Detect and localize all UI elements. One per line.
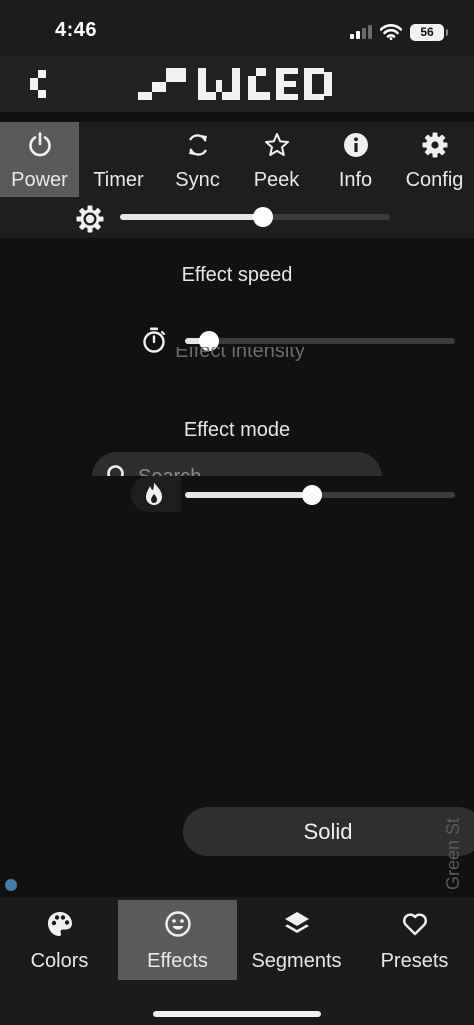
home-indicator bbox=[153, 1011, 321, 1017]
tab-timer[interactable]: Timer bbox=[79, 122, 158, 197]
tab-colors[interactable]: Colors bbox=[0, 900, 119, 980]
brightness-row bbox=[0, 197, 474, 238]
power-icon bbox=[28, 132, 51, 157]
status-icons: 56 bbox=[350, 22, 448, 42]
slider-fill bbox=[185, 492, 312, 498]
smiley-icon bbox=[164, 911, 191, 937]
tab-label: Presets bbox=[380, 950, 449, 972]
status-time: 4:46 bbox=[55, 19, 98, 41]
flame-icon bbox=[146, 482, 162, 505]
slider-track bbox=[185, 338, 455, 344]
signal-icon bbox=[350, 25, 372, 39]
slider-fill bbox=[120, 214, 264, 220]
wifi-icon bbox=[380, 24, 402, 40]
tab-label: Peek bbox=[253, 169, 300, 191]
side-label-text: Green St bbox=[443, 817, 463, 890]
tab-peek[interactable]: Peek bbox=[237, 122, 316, 197]
back-chevron-icon[interactable] bbox=[26, 64, 56, 104]
palette-icon bbox=[47, 912, 72, 936]
effect-mode-label: Effect mode bbox=[183, 419, 291, 441]
gear-icon bbox=[422, 132, 447, 158]
effect-speed-label: Effect speed bbox=[181, 264, 293, 286]
bottom-nav: Colors Effects Segments Presets bbox=[0, 897, 474, 1025]
app-header bbox=[0, 56, 474, 112]
effect-intensity-slider[interactable] bbox=[185, 484, 455, 506]
effect-intensity-label: Effect intensity bbox=[175, 347, 305, 361]
selected-effect-item[interactable]: Solid bbox=[183, 807, 474, 856]
star-icon bbox=[264, 133, 289, 156]
tab-presets[interactable]: Presets bbox=[355, 900, 474, 980]
brightness-slider[interactable] bbox=[120, 206, 390, 228]
tab-segments[interactable]: Segments bbox=[237, 900, 356, 980]
tab-label: Sync bbox=[175, 169, 220, 191]
slider-thumb[interactable] bbox=[301, 485, 322, 505]
side-label: Green St bbox=[441, 804, 469, 894]
heart-icon bbox=[402, 913, 427, 936]
status-dot bbox=[5, 879, 17, 891]
top-nav: Power Timer Sync Peek Info Config bbox=[0, 122, 474, 238]
slider-thumb[interactable] bbox=[253, 207, 274, 227]
sync-icon bbox=[188, 134, 207, 156]
tab-label: Timer bbox=[93, 169, 144, 191]
tab-power[interactable]: Power bbox=[0, 122, 79, 197]
layers-icon bbox=[284, 912, 309, 933]
tab-label: Info bbox=[338, 169, 373, 191]
tab-sync[interactable]: Sync bbox=[158, 122, 237, 197]
tab-label: Config bbox=[405, 169, 464, 191]
battery-indicator: 56 bbox=[410, 23, 448, 41]
brightness-icon bbox=[76, 205, 104, 233]
tab-config[interactable]: Config bbox=[395, 122, 474, 197]
status-bar: 4:46 56 bbox=[0, 0, 474, 56]
selected-effect-label: Solid bbox=[303, 819, 353, 844]
tab-label: Power bbox=[11, 169, 68, 191]
tab-info[interactable]: Info bbox=[316, 122, 395, 197]
info-icon bbox=[343, 133, 368, 157]
moon-icon bbox=[115, 133, 127, 157]
top-tabs: Power Timer Sync Peek Info Config bbox=[0, 122, 474, 197]
tab-effects[interactable]: Effects bbox=[118, 900, 237, 980]
wled-logo bbox=[138, 68, 332, 100]
